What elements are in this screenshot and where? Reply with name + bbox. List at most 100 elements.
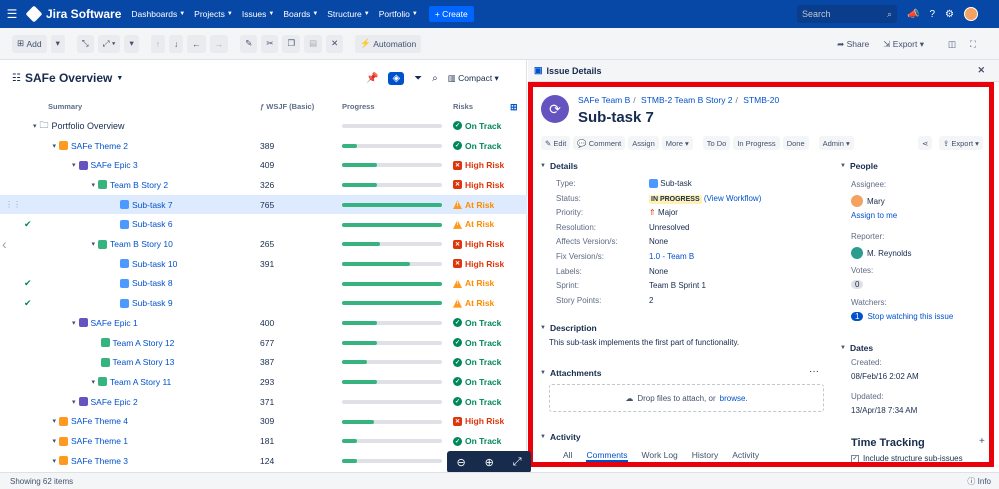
structure-title[interactable]: SAFe Overview	[25, 71, 112, 85]
browse-link[interactable]: browse.	[720, 394, 748, 403]
row-summary[interactable]: Sub-task 6	[132, 219, 173, 229]
table-row[interactable]: ✔ Sub-task 6! At Risk	[0, 215, 527, 235]
layers-icon[interactable]: ◈	[388, 72, 405, 85]
done-button[interactable]: Done	[782, 136, 809, 150]
view-selector[interactable]: ▥ Compact ▾	[448, 73, 499, 84]
row-summary[interactable]: Team B Story 2	[110, 180, 168, 190]
app-switcher-icon[interactable]: ☰	[0, 7, 24, 21]
description-text[interactable]: This sub-task implements the first part …	[549, 338, 739, 347]
table-row[interactable]: ▾ SAFe Theme 1 181 ✓ On Track	[0, 431, 527, 451]
table-row[interactable]: ▾ SAFe Epic 2 371 ✓ On Track	[0, 392, 527, 412]
edit-button[interactable]: ✎ Edit	[541, 136, 571, 150]
fit-screen-icon[interactable]: ⤢	[513, 456, 522, 469]
row-summary[interactable]: SAFe Theme 1	[71, 436, 128, 446]
column-wsjf[interactable]: ƒ WSJF (Basic)	[260, 102, 314, 114]
row-summary[interactable]: SAFe Epic 2	[91, 397, 138, 407]
row-summary[interactable]: Sub-task 7	[132, 200, 173, 210]
table-row[interactable]: ▾ SAFe Theme 2 389 ✓ On Track	[0, 136, 527, 156]
tab-work-log[interactable]: Work Log	[642, 450, 678, 462]
chevron-down-icon[interactable]: ▾	[92, 240, 96, 248]
column-summary[interactable]: Summary	[48, 102, 82, 114]
nav-portfolio[interactable]: Portfolio ▼	[379, 9, 418, 19]
table-row[interactable]: ▾ 🗀 Portfolio Overview ✓ On Track	[0, 116, 527, 136]
tab-all[interactable]: All	[563, 450, 572, 462]
table-row[interactable]: Team A Story 12 677 ✓ On Track	[0, 333, 527, 353]
row-summary[interactable]: SAFe Epic 1	[91, 318, 138, 328]
attachment-dropzone[interactable]: ☁ Drop files to attach, or browse.	[549, 384, 824, 412]
close-icon[interactable]: ✕	[977, 65, 985, 76]
cut-button[interactable]: ✂	[261, 34, 279, 53]
move-up-button[interactable]: ↑	[150, 34, 165, 53]
row-summary[interactable]: Team A Story 11	[110, 377, 171, 387]
add-column-icon[interactable]: ⊞	[510, 102, 518, 114]
nav-boards[interactable]: Boards ▼	[283, 9, 318, 19]
tab-history[interactable]: History	[692, 450, 718, 462]
assign-to-me-link[interactable]: Assign to me	[851, 211, 897, 220]
share-button[interactable]: ⋖	[918, 136, 933, 150]
comment-button[interactable]: 💬 Comment	[573, 136, 626, 150]
activity-section-toggle[interactable]: ▼ Activity	[540, 432, 581, 442]
paste-button[interactable]: ▤	[304, 34, 323, 53]
table-row[interactable]: ▾ SAFe Epic 3 409 ✕ High Risk	[0, 155, 527, 175]
jira-logo[interactable]: Jira Software	[24, 5, 121, 23]
watchers-count[interactable]: 1	[851, 312, 864, 321]
row-summary[interactable]: SAFe Epic 3	[91, 160, 138, 170]
admin-button[interactable]: Admin ▾	[818, 136, 854, 150]
zoom-in-icon[interactable]: ⊕	[485, 456, 494, 469]
filter-icon[interactable]: ⏷	[414, 73, 422, 84]
add-dropdown-button[interactable]: ▾	[50, 34, 65, 53]
description-section-toggle[interactable]: ▼ Description	[540, 323, 597, 333]
fullscreen-button[interactable]: ⛶	[965, 35, 981, 53]
breadcrumb-project[interactable]: SAFe Team B	[578, 95, 630, 105]
outdent-button[interactable]: ←	[187, 34, 206, 53]
indent-button[interactable]: →	[209, 34, 229, 53]
view-workflow-link[interactable]: (View Workflow)	[704, 194, 762, 203]
chevron-down-icon[interactable]: ▾	[53, 457, 57, 465]
chevron-down-icon[interactable]: ▼	[116, 75, 123, 82]
nav-structure[interactable]: Structure ▼	[327, 9, 369, 19]
table-row[interactable]: Sub-task 10 391 ✕ High Risk	[0, 254, 527, 274]
table-row[interactable]: ▾ SAFe Theme 4 309 ✕ High Risk	[0, 412, 527, 432]
column-risks[interactable]: Risks	[453, 102, 473, 114]
move-down-button[interactable]: ↓	[168, 34, 184, 53]
reporter-value[interactable]: M. Reynolds	[851, 247, 911, 259]
help-icon[interactable]: ?	[929, 9, 935, 20]
delete-button[interactable]: ✕	[326, 34, 344, 53]
chevron-down-icon[interactable]: ▾	[72, 161, 76, 169]
nav-projects[interactable]: Projects ▼	[194, 9, 233, 19]
drag-handle-icon[interactable]: ⋮⋮	[5, 200, 21, 209]
attachments-section-toggle[interactable]: ▼ Attachments	[540, 368, 601, 378]
dates-section-toggle[interactable]: ▼ Dates	[840, 343, 873, 353]
gear-icon[interactable]: ⚙	[945, 9, 954, 20]
add-button[interactable]: ⊞ Add	[12, 34, 47, 53]
breadcrumb-parent[interactable]: STMB-2 Team B Story 2	[641, 95, 732, 105]
tab-activity[interactable]: Activity	[732, 450, 759, 462]
status-badge[interactable]: IN PROGRESS	[649, 194, 702, 204]
table-row[interactable]: ▾ Team B Story 2 326 ✕ High Risk	[0, 175, 527, 195]
chevron-down-icon[interactable]: ▾	[92, 181, 96, 189]
chevron-down-icon[interactable]: ▾	[53, 142, 57, 150]
share-button[interactable]: ➦ Share	[832, 35, 874, 53]
automation-button[interactable]: ⚡ Automation	[355, 34, 422, 53]
table-row[interactable]: ▾ Team B Story 10 265 ✕ High Risk	[0, 234, 527, 254]
more-button[interactable]: More ▾	[661, 136, 693, 150]
row-summary[interactable]: Team A Story 12	[113, 338, 175, 348]
include-sub-issues-checkbox[interactable]: ✓ Include structure sub-issues	[851, 454, 963, 462]
assignee-value[interactable]: Mary	[851, 195, 885, 207]
table-row[interactable]: Team A Story 13 387 ✓ On Track	[0, 352, 527, 372]
row-summary[interactable]: Sub-task 9	[132, 298, 173, 308]
table-row[interactable]: ⋮⋮ Sub-task 7 765! At Risk	[0, 194, 527, 215]
expand-button[interactable]: ⤡	[76, 34, 94, 53]
stop-watching-link[interactable]: Stop watching this issue	[867, 312, 953, 321]
assign-button[interactable]: Assign	[628, 136, 659, 150]
row-summary[interactable]: Team A Story 13	[113, 357, 175, 367]
chevron-left-icon[interactable]: ‹	[2, 236, 7, 252]
details-section-toggle[interactable]: ▼ Details	[540, 161, 578, 171]
avatar[interactable]	[963, 7, 978, 21]
votes-count[interactable]: 0	[851, 280, 864, 289]
row-summary[interactable]: Sub-task 10	[132, 259, 177, 269]
row-summary[interactable]: Sub-task 8	[132, 278, 173, 288]
row-summary[interactable]: SAFe Theme 2	[71, 141, 128, 151]
to-do-button[interactable]: To Do	[702, 136, 731, 150]
row-summary[interactable]: Portfolio Overview	[52, 121, 125, 131]
